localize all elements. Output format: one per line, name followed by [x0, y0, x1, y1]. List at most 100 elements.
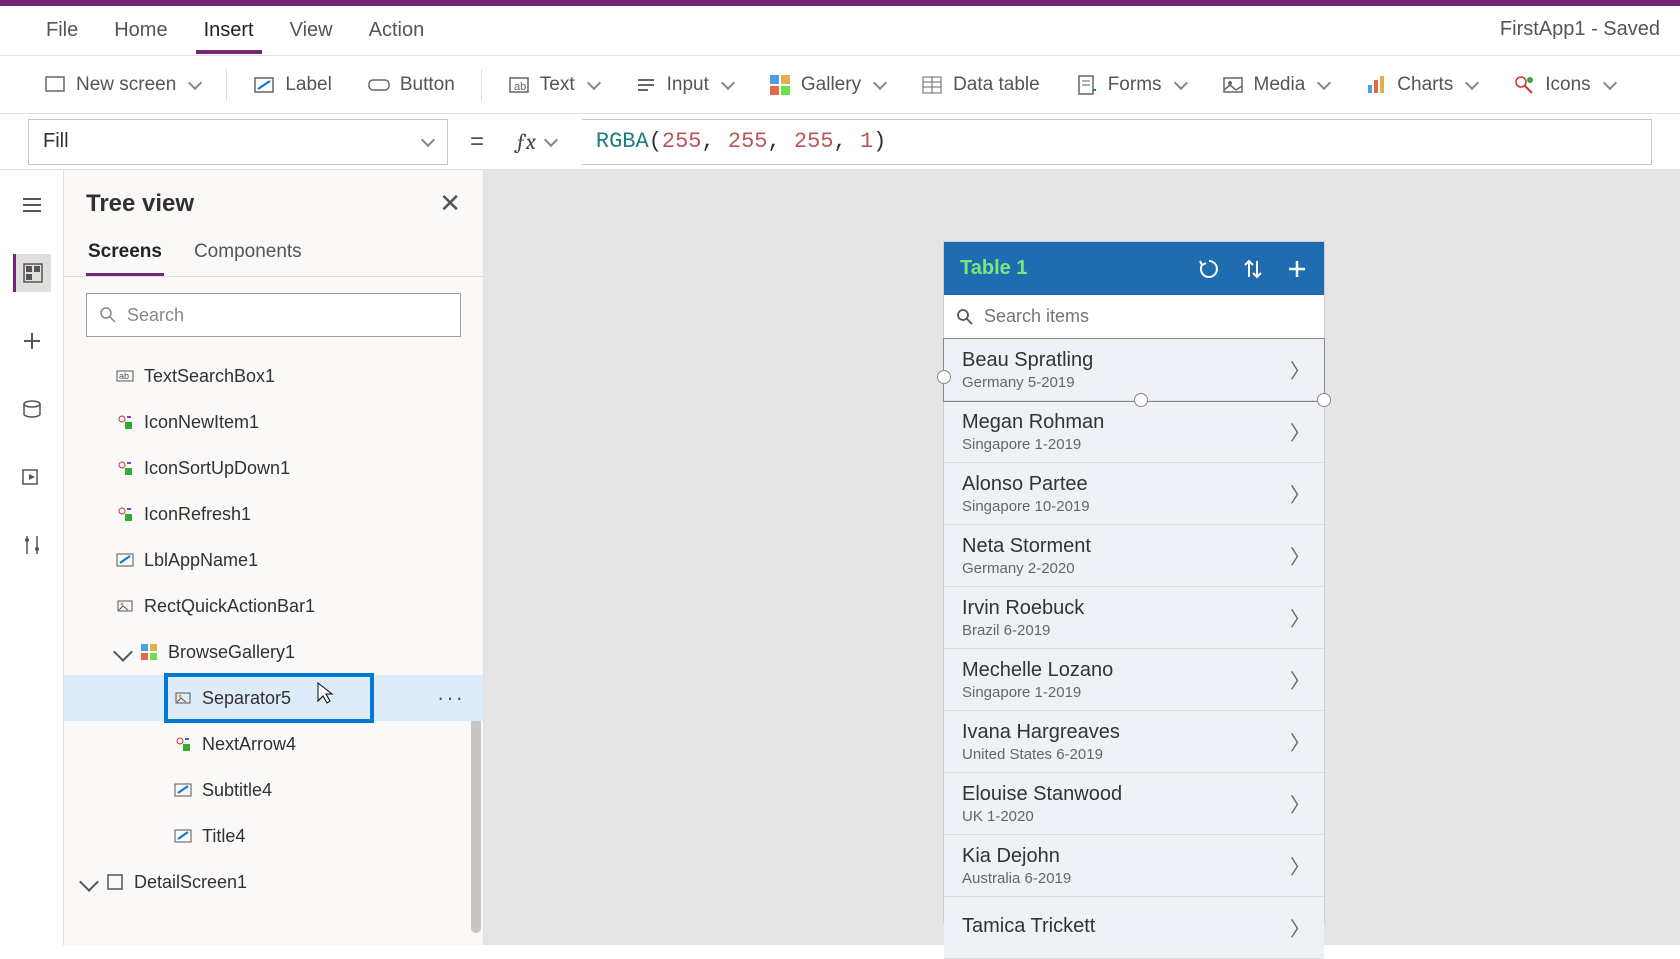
advanced-button[interactable]: [13, 526, 51, 564]
tree-node-title4[interactable]: Title4: [64, 813, 483, 859]
add-icon[interactable]: [1286, 258, 1308, 280]
tree-node-detailscreen1[interactable]: DetailScreen1: [64, 859, 483, 905]
new-screen-button[interactable]: New screen: [28, 66, 216, 104]
chevron-down-icon[interactable]: [79, 872, 99, 892]
charts-button[interactable]: Charts: [1349, 66, 1493, 104]
text-button[interactable]: ab Text: [492, 66, 615, 104]
label-button[interactable]: Label: [237, 66, 348, 104]
icons-button[interactable]: Icons: [1497, 66, 1630, 104]
tree-node-iconsortupdown1[interactable]: IconSortUpDown1: [64, 445, 483, 491]
hamburger-button[interactable]: [13, 186, 51, 224]
chevron-down-icon: [1317, 75, 1331, 89]
chevron-down-icon: [873, 75, 887, 89]
input-button[interactable]: Input: [619, 66, 749, 104]
separator: [226, 69, 227, 101]
item-subtitle: UK 1-2020: [962, 808, 1122, 825]
list-item[interactable]: Beau Spratling Germany 5-2019 〉: [944, 339, 1324, 401]
list-item[interactable]: Megan RohmanSingapore 1-2019〉: [944, 401, 1324, 463]
tree-node-lblappname1[interactable]: LblAppName1: [64, 537, 483, 583]
property-value: Fill: [43, 130, 69, 153]
list-item[interactable]: Kia DejohnAustralia 6-2019〉: [944, 835, 1324, 897]
list-item[interactable]: Alonso ParteeSingapore 10-2019〉: [944, 463, 1324, 525]
tree-node-iconrefresh1[interactable]: IconRefresh1: [64, 491, 483, 537]
gallery-button[interactable]: Gallery: [753, 66, 901, 104]
item-title: Beau Spratling: [962, 349, 1093, 372]
tab-screens[interactable]: Screens: [86, 231, 164, 276]
item-subtitle: Singapore 1-2019: [962, 684, 1113, 701]
sort-icon[interactable]: [1242, 258, 1264, 280]
media-button[interactable]: Media: [1206, 66, 1346, 104]
insert-button[interactable]: [13, 322, 51, 360]
formula-arg: 1: [860, 129, 873, 154]
button-button[interactable]: Button: [352, 66, 471, 104]
item-subtitle: United States 6-2019: [962, 746, 1120, 763]
list-item[interactable]: Elouise StanwoodUK 1-2020〉: [944, 773, 1324, 835]
forms-label: Forms: [1108, 74, 1162, 96]
chevron-down-icon[interactable]: [113, 642, 133, 662]
chevron-right-icon: 〉: [1290, 541, 1310, 570]
data-table-button[interactable]: Data table: [905, 66, 1056, 104]
fx-button[interactable]: ƒx: [506, 129, 566, 155]
more-button[interactable]: ···: [437, 685, 465, 711]
refresh-icon[interactable]: [1198, 258, 1220, 280]
formula-arg: 255: [728, 129, 768, 154]
chevron-down-icon: [1173, 75, 1187, 89]
tree-title: Tree view: [86, 190, 194, 218]
media-panel-button[interactable]: [13, 458, 51, 496]
input-label: Input: [667, 74, 709, 96]
menu-action[interactable]: Action: [351, 9, 443, 52]
tree-node-label: Title4: [202, 826, 245, 847]
menu-view[interactable]: View: [272, 9, 351, 52]
icon-icon: [116, 505, 134, 523]
list-item[interactable]: Mechelle LozanoSingapore 1-2019〉: [944, 649, 1324, 711]
formula-input[interactable]: RGBA(255, 255, 255, 1): [582, 119, 1652, 165]
media-icon: [1222, 74, 1244, 96]
tree-search[interactable]: Search: [86, 293, 461, 337]
property-dropdown[interactable]: Fill: [28, 119, 448, 165]
tree-node-separator5[interactable]: Separator5 ···: [64, 675, 483, 721]
list-item[interactable]: Neta StormentGermany 2-2020〉: [944, 525, 1324, 587]
icon-icon: [174, 735, 192, 753]
equals-sign: =: [464, 128, 490, 156]
text-label: Text: [540, 74, 575, 96]
canvas[interactable]: Table 1 Beau SpratlingGermany 5-2019〉Meg…: [484, 170, 1680, 945]
item-title: Elouise Stanwood: [962, 783, 1122, 806]
menu-bar: File Home Insert View Action FirstApp1 -…: [0, 6, 1680, 56]
chevron-right-icon: 〉: [1290, 603, 1310, 632]
tree-node-nextarrow4[interactable]: NextArrow4: [64, 721, 483, 767]
icon-icon: [116, 413, 134, 431]
search-icon: [956, 308, 974, 326]
new-screen-label: New screen: [76, 74, 176, 96]
tree-node-label: Separator5: [202, 688, 291, 709]
data-button[interactable]: [13, 390, 51, 428]
screen-icon: [106, 873, 124, 891]
menu-home[interactable]: Home: [96, 9, 185, 52]
chevron-right-icon: 〉: [1290, 851, 1310, 880]
phone-search[interactable]: [944, 295, 1324, 339]
tree-node-label: DetailScreen1: [134, 872, 247, 893]
chevron-right-icon: 〉: [1290, 355, 1310, 384]
button-icon: [368, 74, 390, 96]
close-button[interactable]: ✕: [439, 188, 461, 219]
list-item[interactable]: Irvin RoebuckBrazil 6-2019〉: [944, 587, 1324, 649]
phone-search-input[interactable]: [984, 306, 1312, 327]
tree-node-textsearchbox1[interactable]: abTextSearchBox1: [64, 353, 483, 399]
tree-node-rectquickactionbar1[interactable]: RectQuickActionBar1: [64, 583, 483, 629]
chevron-down-icon: [587, 75, 601, 89]
icons-label: Icons: [1545, 74, 1590, 96]
item-subtitle: Germany 5-2019: [962, 374, 1093, 391]
tree-node-iconnewitem1[interactable]: IconNewItem1: [64, 399, 483, 445]
screen-icon: [44, 74, 66, 96]
tree-node-subtitle4[interactable]: Subtitle4: [64, 767, 483, 813]
menu-insert[interactable]: Insert: [186, 9, 272, 52]
list-item[interactable]: Ivana HargreavesUnited States 6-2019〉: [944, 711, 1324, 773]
button-label: Button: [400, 74, 455, 96]
tree-node-browsegallery1[interactable]: BrowseGallery1: [64, 629, 483, 675]
menu-file[interactable]: File: [28, 9, 96, 52]
tree-view-button[interactable]: [13, 254, 51, 292]
chevron-right-icon: 〉: [1290, 479, 1310, 508]
list-item[interactable]: Tamica Trickett〉: [944, 897, 1324, 959]
tree-view-panel: Tree view ✕ Screens Components Search ab…: [64, 170, 484, 945]
forms-button[interactable]: Forms: [1060, 66, 1202, 104]
tab-components[interactable]: Components: [192, 231, 304, 276]
